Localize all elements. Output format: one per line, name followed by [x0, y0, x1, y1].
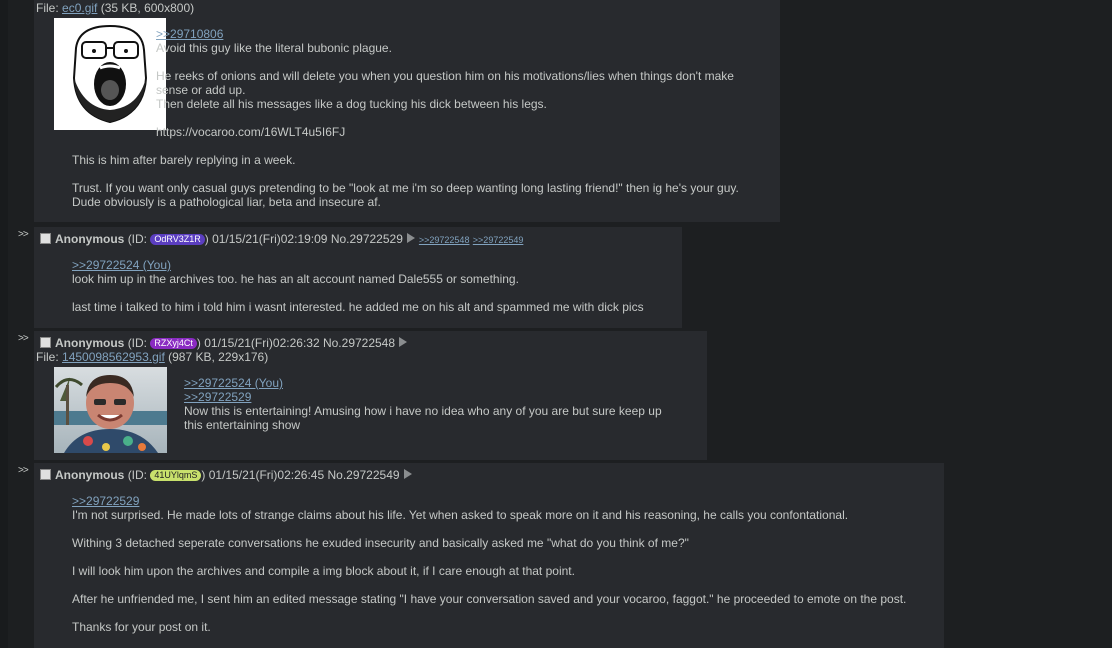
- post-header: Anonymous (ID: RZXyj4Ct) 01/15/21(Fri)02…: [40, 336, 411, 350]
- message-line: Now this is entertaining! Amusing how i …: [184, 404, 662, 418]
- post-menu-arrow-icon[interactable]: [406, 233, 415, 243]
- id-open: (ID:: [127, 232, 151, 246]
- poster-name: Anonymous: [55, 336, 125, 350]
- poster-id-badge[interactable]: 41UYlqmS: [150, 470, 202, 481]
- man-photo-image[interactable]: [54, 367, 167, 453]
- message-line: [72, 578, 906, 592]
- message-line: Avoid this guy like the literal bubonic …: [156, 41, 392, 55]
- file-info: File: ec0.gif (35 KB, 600x800): [36, 1, 194, 15]
- file-meta: (35 KB, 600x800): [100, 1, 195, 15]
- post-checkbox[interactable]: [40, 233, 51, 244]
- message-line: [72, 522, 906, 536]
- poster-name: Anonymous: [55, 468, 125, 482]
- post-message: look him up in the archives too. he has …: [72, 272, 644, 314]
- post-message-top: Avoid this guy like the literal bubonic …: [156, 41, 734, 139]
- message-line: Dude obviously is a pathological liar, b…: [72, 195, 381, 209]
- post-menu-arrow-icon[interactable]: [399, 337, 408, 347]
- post-reply: File: ec0.gif (35 KB, 600x800) >>2971080…: [34, 0, 780, 222]
- reply-quote-link[interactable]: >>29710806: [156, 27, 223, 41]
- post-arrows: >>: [18, 333, 29, 344]
- reply-quote-link[interactable]: >>29722529: [184, 390, 251, 404]
- poster-name: Anonymous: [55, 232, 125, 246]
- backlink[interactable]: >>29722549: [473, 235, 524, 245]
- post-datetime: 01/15/21(Fri)02:19:09: [212, 232, 328, 246]
- post-arrows: >>: [18, 465, 29, 476]
- post-reply: Anonymous (ID: OdRV3Z1R) 01/15/21(Fri)02…: [34, 227, 682, 328]
- file-link[interactable]: ec0.gif: [62, 1, 97, 15]
- post-message-bottom: This is him after barely replying in a w…: [72, 153, 739, 209]
- message-line: Thanks for your post on it.: [72, 620, 211, 634]
- id-close: ): [196, 336, 201, 350]
- id-open: (ID:: [127, 336, 151, 350]
- message-line: After he unfriended me, I sent him an ed…: [72, 592, 907, 606]
- file-label: File:: [36, 1, 63, 15]
- id-close: ): [204, 232, 209, 246]
- message-line: This is him after barely replying in a w…: [72, 153, 296, 167]
- message-line: He reeks of onions and will delete you w…: [156, 69, 734, 83]
- file-info: File: 1450098562953.gif (987 KB, 229x176…: [36, 350, 268, 364]
- reply-quote-link[interactable]: >>29722524 (You): [72, 258, 171, 272]
- message-line: Trust. If you want only casual guys pret…: [72, 181, 739, 195]
- message-line: https://vocaroo.com/16WLT4u5I6FJ: [156, 125, 346, 139]
- left-edge-strip: [0, 0, 8, 648]
- message-line: look him up in the archives too. he has …: [72, 272, 519, 286]
- message-line: [72, 167, 739, 181]
- reply-quote-link[interactable]: >>29722524 (You): [184, 376, 283, 390]
- post-reply: Anonymous (ID: 41UYlqmS) 01/15/21(Fri)02…: [34, 463, 944, 648]
- file-link[interactable]: 1450098562953.gif: [62, 350, 165, 364]
- post-header: Anonymous (ID: 41UYlqmS) 01/15/21(Fri)02…: [40, 468, 416, 482]
- message-line: [72, 286, 644, 300]
- file-meta: (987 KB, 229x176): [168, 350, 269, 364]
- post-reply: Anonymous (ID: RZXyj4Ct) 01/15/21(Fri)02…: [34, 331, 707, 460]
- id-open: (ID:: [127, 468, 151, 482]
- message-line: Then delete all his messages like a dog …: [156, 97, 547, 111]
- message-line: this entertaining show: [184, 418, 301, 432]
- reply-quote-link[interactable]: >>29722529: [72, 494, 139, 508]
- post-checkbox[interactable]: [40, 469, 51, 480]
- message-line: I'm not surprised. He made lots of stran…: [72, 508, 849, 522]
- post-number[interactable]: No.29722548: [323, 336, 395, 350]
- message-line: Withing 3 detached seperate conversation…: [72, 536, 689, 550]
- message-line: [156, 55, 734, 69]
- post-arrows: >>: [18, 229, 29, 240]
- poster-id-badge[interactable]: RZXyj4Ct: [150, 338, 197, 349]
- backlink[interactable]: >>29722548: [419, 235, 470, 245]
- message-line: [72, 550, 906, 564]
- message-line: last time i talked to him i told him i w…: [72, 300, 644, 314]
- poster-id-badge[interactable]: OdRV3Z1R: [150, 234, 205, 245]
- id-close: ): [201, 468, 206, 482]
- file-label: File:: [36, 350, 63, 364]
- post-number[interactable]: No.29722549: [327, 468, 399, 482]
- message-line: [72, 606, 906, 620]
- post-message: Now this is entertaining! Amusing how i …: [184, 404, 662, 432]
- post-datetime: 01/15/21(Fri)02:26:45: [208, 468, 325, 482]
- message-line: sense or add up.: [156, 83, 246, 97]
- post-checkbox[interactable]: [40, 337, 51, 348]
- post-datetime: 01/15/21(Fri)02:26:32: [204, 336, 320, 350]
- post-menu-arrow-icon[interactable]: [403, 469, 412, 479]
- post-message: I'm not surprised. He made lots of stran…: [72, 508, 906, 634]
- post-number[interactable]: No.29722529: [331, 232, 403, 246]
- wojak-soyjak-image[interactable]: [54, 18, 166, 130]
- message-line: [156, 111, 734, 125]
- post-header: Anonymous (ID: OdRV3Z1R) 01/15/21(Fri)02…: [40, 232, 523, 247]
- message-line: I will look him upon the archives and co…: [72, 564, 575, 578]
